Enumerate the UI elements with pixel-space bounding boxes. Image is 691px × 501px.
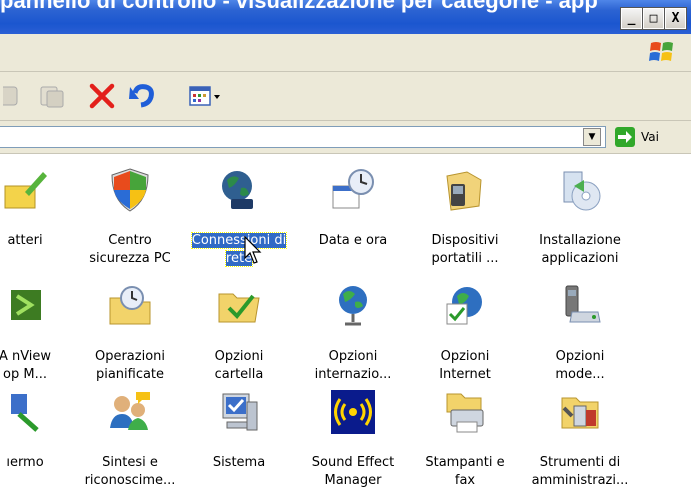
move-to-icon[interactable] <box>0 78 36 114</box>
modem-icon <box>556 282 604 330</box>
item-label: Sintesi e <box>102 455 158 470</box>
window-title: pannello di controllo - visualizzazione … <box>0 0 598 13</box>
item-label: Sound Effect <box>311 455 395 470</box>
brush-icon <box>1 166 49 214</box>
menu-bar <box>0 34 691 72</box>
dropdown-arrow-icon[interactable]: ▼ <box>583 128 601 146</box>
item-label: A nView <box>0 349 52 364</box>
go-label: Vai <box>641 130 659 144</box>
portable-devices-icon <box>441 166 489 214</box>
item-opzioni-cartella[interactable]: Opzioni cartella <box>184 282 294 382</box>
item-stampanti-fax[interactable]: Stampanti e fax <box>410 388 520 488</box>
item-connessioni-rete[interactable]: Connessioni di rete <box>184 166 294 267</box>
item-centro-sicurezza[interactable]: Centro sicurezza PC <box>75 166 185 266</box>
shield-icon <box>106 166 154 214</box>
item-label: Strumenti di <box>539 455 621 470</box>
item-label: Opzioni <box>555 349 605 364</box>
screen-icon <box>1 388 49 436</box>
item-label: atteri <box>7 233 43 248</box>
item-sound-effect-manager[interactable]: Sound Effect Manager <box>298 388 408 488</box>
close-button[interactable]: X <box>664 7 687 30</box>
internet-globe-icon <box>441 282 489 330</box>
item-label: ıermo <box>6 455 44 470</box>
title-bar[interactable]: pannello di controllo - visualizzazione … <box>0 0 691 34</box>
calendar-clock-icon <box>329 166 377 214</box>
item-label: Dispositivi <box>431 233 499 248</box>
item-sistema[interactable]: Sistema <box>184 388 294 488</box>
item-schermo[interactable]: ıermo <box>0 388 80 488</box>
scheduled-tasks-icon <box>106 282 154 330</box>
go-button[interactable]: Vai <box>615 126 659 148</box>
install-cd-icon <box>556 166 604 214</box>
item-label: Centro <box>108 233 152 248</box>
nview-icon <box>1 282 49 330</box>
item-strumenti-amministrazione[interactable]: Strumenti di amministrazi... <box>525 388 635 488</box>
item-installazione-applicazioni[interactable]: Installazione applicazioni <box>525 166 635 266</box>
mouse-cursor-icon <box>244 235 264 266</box>
delete-icon[interactable] <box>84 78 120 114</box>
item-label: Opzioni <box>440 349 490 364</box>
item-operazioni-pianificate[interactable]: Operazioni pianificate <box>75 282 185 382</box>
item-label: Data e ora <box>318 233 388 248</box>
system-icon <box>215 388 263 436</box>
item-opzioni-internazionali[interactable]: Opzioni internazio... <box>298 282 408 382</box>
item-data-ora[interactable]: Data e ora <box>298 166 408 266</box>
address-bar: ▼ Vai <box>0 121 691 154</box>
item-label: Opzioni <box>214 349 264 364</box>
item-opzioni-internet[interactable]: Opzioni Internet <box>410 282 520 382</box>
go-arrow-icon <box>615 127 635 147</box>
item-label: Stampanti e <box>425 455 505 470</box>
speech-icon <box>106 388 154 436</box>
control-panel-items: atteri Centro sicurezza PC Connessioni di… <box>0 154 691 501</box>
item-nview[interactable]: A nView op M... <box>0 282 80 382</box>
maximize-button[interactable]: □ <box>642 7 665 30</box>
copy-to-icon[interactable] <box>34 78 70 114</box>
toolbar <box>0 72 691 121</box>
globe-stand-icon <box>329 282 377 330</box>
undo-icon[interactable] <box>124 78 160 114</box>
item-tastiera-caratteri[interactable]: atteri <box>0 166 80 266</box>
item-dispositivi-portatili[interactable]: Dispositivi portatili ... <box>410 166 520 266</box>
item-label: Installazione <box>539 233 621 248</box>
item-opzioni-modem[interactable]: Opzioni mode... <box>525 282 635 382</box>
item-label: Sistema <box>212 455 266 470</box>
item-label: Connessioni di <box>190 232 288 249</box>
admin-tools-icon <box>556 388 604 436</box>
sound-effect-icon <box>329 388 377 436</box>
windows-logo-icon <box>645 38 679 66</box>
printer-icon <box>441 388 489 436</box>
network-globe-icon <box>215 166 263 214</box>
folder-options-icon <box>215 282 263 330</box>
address-input[interactable] <box>0 126 606 148</box>
item-label: Opzioni <box>328 349 378 364</box>
item-sintesi-riconoscimento[interactable]: Sintesi e riconoscime... <box>75 388 185 488</box>
views-icon[interactable] <box>186 78 222 114</box>
item-label: Operazioni <box>94 349 166 364</box>
minimize-button[interactable]: _ <box>620 7 643 30</box>
